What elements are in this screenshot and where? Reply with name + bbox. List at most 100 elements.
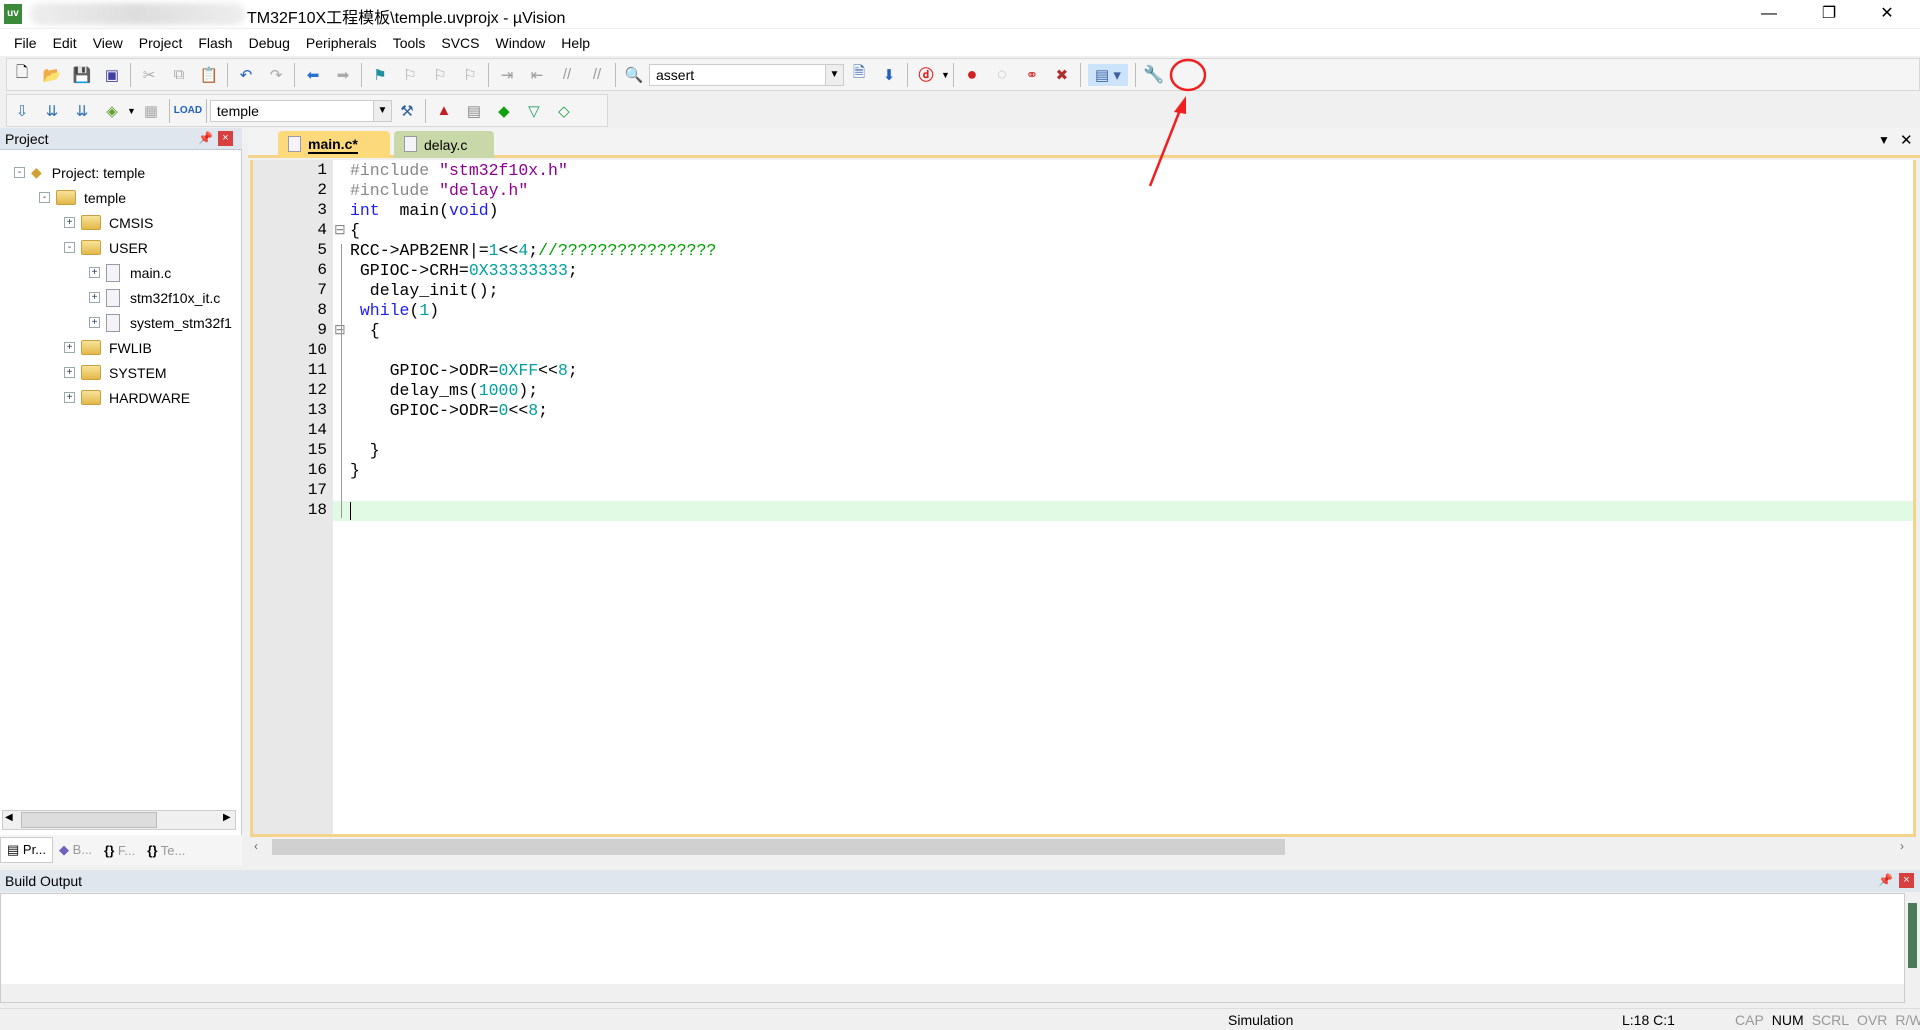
code-line[interactable]: { <box>350 321 380 341</box>
tab-delay-c[interactable]: delay.c <box>394 131 494 158</box>
cut-icon[interactable]: ✂ <box>138 64 160 86</box>
save-icon[interactable]: 💾 <box>71 64 93 86</box>
close-button[interactable]: ✕ <box>1858 0 1916 28</box>
new-file-icon[interactable]: 🗋 <box>11 64 33 86</box>
fold-toggle-icon[interactable]: ⊟ <box>334 321 346 338</box>
tree-item[interactable]: + SYSTEM <box>64 360 167 385</box>
close-panel-icon[interactable]: × <box>218 131 233 146</box>
scroll-thumb[interactable] <box>1908 903 1917 968</box>
kill-all-breakpoints-icon[interactable]: ✖ <box>1051 64 1073 86</box>
tab-project[interactable]: ▤ Pr... <box>0 837 54 863</box>
rebuild-icon[interactable]: ⇊ <box>71 100 93 122</box>
collapse-icon[interactable]: - <box>64 242 75 253</box>
chevron-down-icon[interactable]: ▼ <box>372 100 391 121</box>
fold-toggle-icon[interactable]: ⊟ <box>334 221 346 238</box>
target-options-icon[interactable]: ⚒ <box>396 100 418 122</box>
incremental-find-icon[interactable]: 🗎 <box>848 64 870 86</box>
code-line[interactable]: #include "stm32f10x.h" <box>350 161 568 181</box>
tab-main-c[interactable]: main.c* <box>278 131 390 158</box>
target-select[interactable]: temple ▼ <box>209 99 392 122</box>
menu-file[interactable]: File <box>6 35 45 51</box>
open-icon[interactable]: 📂 <box>41 64 63 86</box>
manage-multi-project-icon[interactable]: ▤ <box>463 100 485 122</box>
scroll-thumb[interactable] <box>21 812 157 828</box>
menu-edit[interactable]: Edit <box>45 35 85 51</box>
code-line[interactable]: delay_init(); <box>350 281 499 301</box>
tab-templates[interactable]: {} Te... <box>141 839 191 862</box>
code-line[interactable]: RCC->APB2ENR|=1<<4;//???????????????? <box>350 241 716 261</box>
scroll-right-icon[interactable]: ▶ <box>223 812 231 823</box>
expand-icon[interactable]: + <box>89 292 100 303</box>
tree-item[interactable]: + FWLIB <box>64 335 152 360</box>
build-icon[interactable]: ⇊ <box>41 100 63 122</box>
menu-help[interactable]: Help <box>553 35 598 51</box>
manage-project-icon[interactable]: ▲ <box>433 100 455 122</box>
menu-flash[interactable]: Flash <box>190 35 240 51</box>
code-line[interactable]: { <box>350 221 360 241</box>
tab-list-dropdown-icon[interactable]: ▼ <box>1878 133 1890 147</box>
bookmark-prev-icon[interactable]: ⚐ <box>399 64 421 86</box>
build-output-text[interactable] <box>0 893 1905 1003</box>
close-tab-icon[interactable]: ✕ <box>1900 131 1913 149</box>
menu-project[interactable]: Project <box>131 35 191 51</box>
copy-icon[interactable]: ⧉ <box>168 64 190 86</box>
nav-forward-icon[interactable]: ➡ <box>332 64 354 86</box>
tree-item[interactable]: + main.c <box>89 260 171 285</box>
build-hscrollbar[interactable] <box>1 984 1904 1002</box>
close-panel-icon[interactable]: × <box>1899 873 1914 888</box>
translate-icon[interactable]: ⇩ <box>11 100 33 122</box>
expand-icon[interactable]: + <box>64 217 75 228</box>
tree-item[interactable]: + stm32f10x_it.c <box>89 285 220 310</box>
code-line[interactable]: #include "delay.h" <box>350 181 528 201</box>
run-time-environment-icon[interactable]: ◇ <box>553 100 575 122</box>
menu-view[interactable]: View <box>85 35 131 51</box>
restore-button[interactable]: ❐ <box>1800 0 1858 28</box>
tab-functions[interactable]: {} F... <box>98 839 141 862</box>
tree-item[interactable]: + system_stm32f1 <box>89 310 232 335</box>
find-combo[interactable]: assert ▼ <box>649 63 844 86</box>
expand-icon[interactable]: + <box>64 392 75 403</box>
code-line[interactable]: GPIOC->ODR=0XFF<<8; <box>350 361 578 381</box>
tree-item[interactable]: - temple <box>39 185 126 210</box>
code-line[interactable]: GPIOC->ODR=0<<8; <box>350 401 548 421</box>
save-all-icon[interactable]: ▣ <box>101 64 123 86</box>
expand-icon[interactable]: + <box>64 342 75 353</box>
expand-icon[interactable]: + <box>64 367 75 378</box>
menu-debug[interactable]: Debug <box>241 35 298 51</box>
comment-icon[interactable]: // <box>556 64 578 86</box>
collapse-icon[interactable]: - <box>14 167 25 178</box>
minimize-button[interactable]: — <box>1740 0 1798 28</box>
scroll-right-icon[interactable]: › <box>1900 839 1904 853</box>
bookmark-icon[interactable]: ⚑ <box>369 64 391 86</box>
code-line[interactable]: delay_ms(1000); <box>350 381 539 401</box>
code-line[interactable]: GPIOC->CRH=0X33333333; <box>350 261 578 281</box>
code-line[interactable] <box>333 501 1913 521</box>
configure-wrench-icon[interactable]: 🔧 <box>1143 64 1165 86</box>
redo-icon[interactable]: ↷ <box>265 64 287 86</box>
tree-item[interactable]: + CMSIS <box>64 210 153 235</box>
undo-icon[interactable]: ↶ <box>235 64 257 86</box>
select-packs-icon[interactable]: ◆ <box>493 100 515 122</box>
pin-icon[interactable]: 📌 <box>198 131 213 145</box>
editor-hscrollbar[interactable]: ‹ › <box>250 837 1916 857</box>
menu-tools[interactable]: Tools <box>385 35 434 51</box>
debug-session-icon[interactable]: ⓓ <box>915 64 937 86</box>
batch-build-icon[interactable]: ◈ <box>101 100 123 122</box>
menu-peripherals[interactable]: Peripherals <box>298 35 385 51</box>
bookmark-clear-icon[interactable]: ⚐ <box>459 64 481 86</box>
collapse-icon[interactable]: - <box>39 192 50 203</box>
code-line[interactable]: while(1) <box>350 301 439 321</box>
tree-item[interactable]: - USER <box>64 235 148 260</box>
find-icon[interactable]: ⬇ <box>878 64 900 86</box>
unindent-icon[interactable]: ⇤ <box>526 64 548 86</box>
indent-icon[interactable]: ⇥ <box>496 64 518 86</box>
disable-all-breakpoints-icon[interactable]: ⚭ <box>1021 64 1043 86</box>
code-line[interactable]: } <box>350 441 380 461</box>
build-vscrollbar[interactable] <box>1905 893 1920 1003</box>
chevron-down-icon[interactable]: ▼ <box>825 64 843 85</box>
scroll-thumb[interactable] <box>272 839 1285 855</box>
expand-icon[interactable]: + <box>89 267 100 278</box>
menu-svcs[interactable]: SVCS <box>433 35 487 51</box>
scroll-left-icon[interactable]: ◀ <box>5 812 13 823</box>
code-editor[interactable]: 1 2 3 4 5 6 7 8 9 10 11 12 13 14 15 16 17 18 #include "st… <box>250 160 1916 837</box>
